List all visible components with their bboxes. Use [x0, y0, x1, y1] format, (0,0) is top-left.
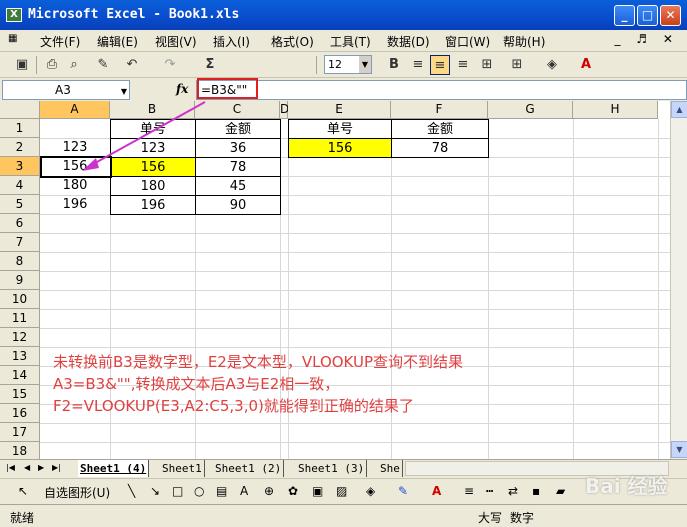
menu-bar: ▦ 文件(F) 编辑(E) 视图(V) 插入(I) 格式(O) 工具(T) 数据…: [0, 30, 687, 52]
fill-color-icon[interactable]: ◈: [366, 484, 375, 498]
image-icon[interactable]: ▨: [336, 484, 347, 498]
last-sheet-icon[interactable]: ▶|: [52, 463, 61, 472]
close-button[interactable]: ✕: [660, 5, 681, 26]
line-icon[interactable]: ╲: [128, 484, 135, 498]
standard-toolbar: ▣ ⎙ ⌕ ✎ ↶ ↷ Σ 12 ▼ B ≡ ≡ ≡ ⊞ ⊞ ◈ A: [0, 52, 687, 78]
note-line-2: A3=B3&"",转换成文本后A3与E2相一致，: [53, 375, 340, 393]
font-color-icon[interactable]: A: [576, 55, 596, 75]
sheet-tab-bar: |◀ ◀ ▶ ▶| Sheet1 (4) Sheet1 Sheet1 (2) S…: [0, 459, 687, 477]
scroll-down-icon[interactable]: ▼: [671, 441, 687, 458]
name-box[interactable]: A3 ▼: [2, 80, 130, 100]
excel-icon: X: [6, 8, 22, 22]
picture-icon[interactable]: ▣: [312, 484, 323, 498]
menu-format[interactable]: 格式(O): [271, 33, 314, 50]
status-ready: 就绪: [10, 511, 35, 525]
print-preview-icon[interactable]: ⌕: [64, 55, 84, 75]
dash-style-icon[interactable]: ┅: [486, 484, 493, 498]
maximize-button[interactable]: □: [637, 5, 658, 26]
diagram-icon[interactable]: ⊕: [264, 484, 274, 498]
first-sheet-icon[interactable]: |◀: [6, 463, 15, 472]
toolbar-separator: [316, 56, 317, 74]
window-title: Microsoft Excel - Book1.xls: [28, 7, 240, 22]
formula-input[interactable]: =B3&"": [196, 80, 687, 100]
save-icon[interactable]: ▣: [12, 55, 32, 75]
merge-center-icon[interactable]: ⊞: [477, 55, 497, 75]
line-color-icon[interactable]: ✎: [398, 484, 408, 498]
format-painter-icon[interactable]: ✎: [93, 55, 113, 75]
workbook-window-controls[interactable]: _ ♬ ✕: [615, 32, 679, 46]
name-box-value: A3: [55, 83, 71, 97]
font-size-select[interactable]: 12 ▼: [324, 55, 372, 74]
annotation-text: 未转换前B3是数字型，E2是文本型，VLOOKUP查询不到结果 A3=B3&""…: [53, 351, 463, 417]
align-left-icon[interactable]: ≡: [408, 55, 428, 75]
formula-bar: A3 ▼ fx =B3&"": [0, 79, 687, 101]
arrow-style-icon[interactable]: ⇄: [508, 484, 518, 498]
autosum-icon[interactable]: Σ: [200, 55, 220, 75]
prev-sheet-icon[interactable]: ◀: [24, 463, 30, 472]
select-objects-icon[interactable]: ↖: [18, 484, 28, 498]
sheet-tab-4[interactable]: Sheet1 (3): [296, 460, 368, 477]
vertical-scrollbar[interactable]: ▲ ▼: [670, 101, 687, 459]
line-style-icon[interactable]: ≡: [464, 484, 474, 498]
menu-view[interactable]: 视图(V): [155, 33, 197, 50]
chevron-down-icon[interactable]: ▼: [359, 56, 371, 73]
print-icon[interactable]: ⎙: [42, 55, 62, 75]
menu-tools[interactable]: 工具(T): [330, 33, 371, 50]
minimize-button[interactable]: _: [614, 5, 635, 26]
next-sheet-icon[interactable]: ▶: [38, 463, 44, 472]
3d-style-icon[interactable]: ▰: [556, 484, 565, 498]
textbox-icon[interactable]: ▤: [216, 484, 227, 498]
chevron-down-icon[interactable]: ▼: [121, 83, 127, 101]
borders-icon[interactable]: ⊞: [507, 55, 527, 75]
drawing-toolbar: ↖ 自选图形(U) ╲ ↘ □ ○ ▤ A ⊕ ✿ ▣ ▨ ◈ ✎ A ≡ ┅ …: [0, 478, 687, 504]
formula-highlight-box: [197, 78, 258, 99]
oval-icon[interactable]: ○: [194, 484, 204, 498]
clipart-icon[interactable]: ✿: [288, 484, 298, 498]
status-caps-lock: 大写: [478, 511, 503, 525]
status-bar: 就绪 大写 数字: [0, 504, 687, 527]
menu-window[interactable]: 窗口(W): [445, 33, 490, 50]
insert-function-icon[interactable]: fx: [176, 82, 188, 96]
toolbar-separator: [36, 56, 37, 74]
sheet-tab-2[interactable]: Sheet1: [160, 460, 205, 477]
title-bar: X Microsoft Excel - Book1.xls _ □ ✕: [0, 0, 687, 30]
font-size-value: 12: [328, 58, 342, 71]
menu-file[interactable]: 文件(F): [40, 33, 80, 50]
note-line-1: 未转换前B3是数字型，E2是文本型，VLOOKUP查询不到结果: [53, 353, 464, 371]
align-center-icon[interactable]: ≡: [430, 55, 450, 75]
watermark: Bai 经验: [585, 474, 668, 498]
wordart-icon[interactable]: A: [240, 484, 248, 498]
sheet-tab-5[interactable]: She: [378, 460, 403, 477]
undo-icon[interactable]: ↶: [122, 55, 142, 75]
sheet-tab-1[interactable]: Sheet1 (4): [78, 460, 150, 477]
menu-data[interactable]: 数据(D): [387, 33, 430, 50]
note-line-3: F2=VLOOKUP(E3,A2:C5,3,0)就能得到正确的结果了: [53, 397, 414, 415]
font-color-icon[interactable]: A: [432, 484, 441, 498]
scroll-up-icon[interactable]: ▲: [671, 101, 687, 118]
menu-edit[interactable]: 编辑(E): [97, 33, 138, 50]
autoshapes-menu[interactable]: 自选图形(U): [44, 484, 110, 501]
bold-button[interactable]: B: [384, 55, 404, 75]
workbook-icon[interactable]: ▦: [8, 33, 17, 44]
worksheet-grid[interactable]: A B C D E F G H 1 2 3 4 5 6 7 8 9 10 11 …: [0, 101, 670, 461]
menu-insert[interactable]: 插入(I): [213, 33, 250, 50]
status-num-lock: 数字: [510, 511, 535, 525]
sheet-tab-3[interactable]: Sheet1 (2): [213, 460, 285, 477]
redo-icon[interactable]: ↷: [160, 55, 180, 75]
menu-help[interactable]: 帮助(H): [503, 33, 545, 50]
fill-color-icon[interactable]: ◈: [542, 55, 562, 75]
arrow-icon[interactable]: ↘: [150, 484, 160, 498]
rectangle-icon[interactable]: □: [172, 484, 183, 498]
shadow-icon[interactable]: ▪: [532, 484, 540, 498]
align-right-icon[interactable]: ≡: [453, 55, 473, 75]
